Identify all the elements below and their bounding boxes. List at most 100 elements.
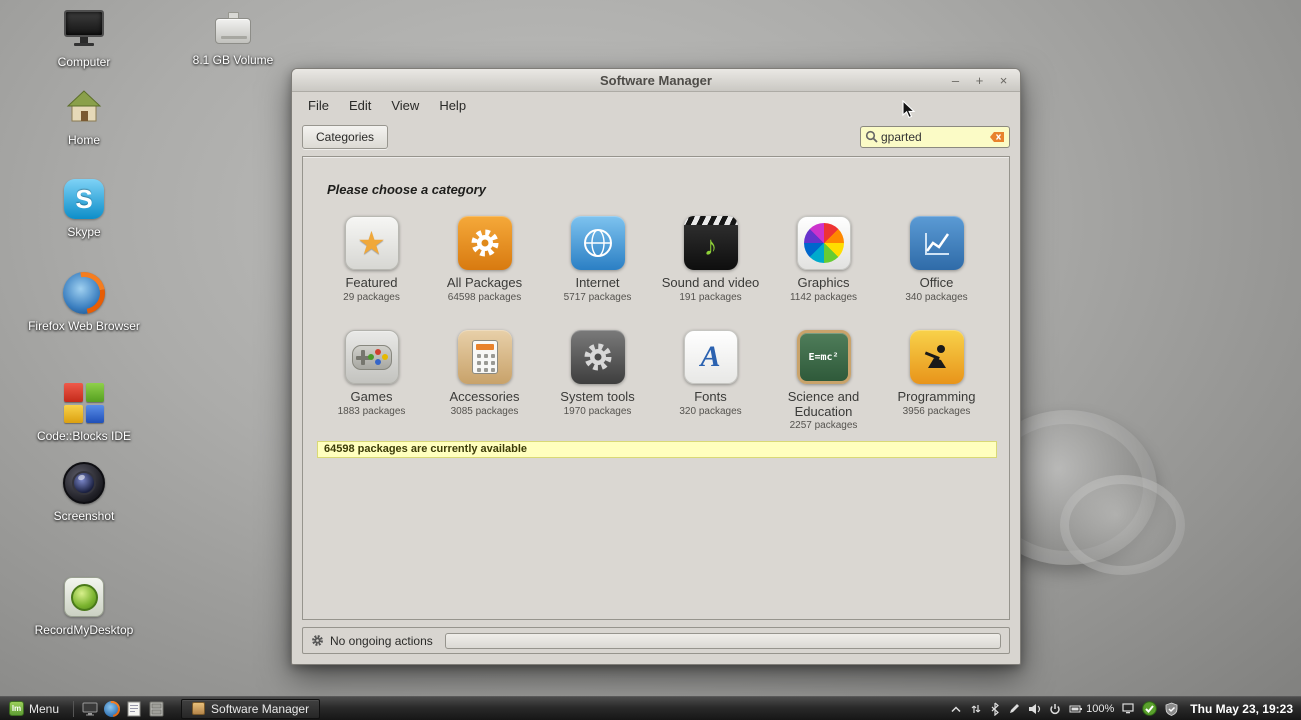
record-icon [64, 577, 104, 617]
category-internet[interactable]: Internet 5717 packages [541, 212, 654, 320]
desktop-icon-firefox[interactable]: Firefox Web Browser [24, 270, 144, 333]
separator [73, 700, 75, 717]
category-sound-and-video[interactable]: ♪ Sound and video 191 packages [654, 212, 767, 320]
category-label: Accessories [449, 389, 520, 404]
category-label: Graphics [797, 275, 850, 290]
file-cabinet-icon [149, 701, 164, 716]
file-manager-launcher[interactable] [145, 698, 167, 720]
titlebar[interactable]: Software Manager – + × [292, 69, 1020, 92]
desktop-icon-label: 8.1 GB Volume [192, 53, 274, 67]
category-accessories[interactable]: Accessories 3085 packages [428, 326, 541, 434]
category-label: Programming [897, 389, 976, 404]
category-office[interactable]: Office 340 packages [880, 212, 993, 320]
maximize-button[interactable]: + [971, 72, 988, 89]
category-programming[interactable]: Programming 3956 packages [880, 326, 993, 434]
gamepad-icon [344, 330, 399, 384]
category-all-packages[interactable]: All Packages 64598 packages [428, 212, 541, 320]
category-label: System tools [560, 389, 635, 404]
page-title: Please choose a category [327, 182, 486, 197]
category-label: Games [350, 389, 393, 404]
category-featured[interactable]: ★ Featured 29 packages [315, 212, 428, 320]
menu-help[interactable]: Help [429, 95, 476, 116]
show-desktop-button[interactable] [79, 698, 101, 720]
desktop-icon-label: Skype [67, 225, 101, 239]
updates-ok-icon[interactable] [1142, 701, 1158, 716]
window-title: Software Manager [600, 72, 712, 88]
camera-lens-icon [63, 462, 105, 504]
display-icon[interactable] [1122, 703, 1134, 714]
pen-input-icon[interactable] [1008, 703, 1020, 715]
text-editor-launcher[interactable] [123, 698, 145, 720]
firefox-launcher[interactable] [101, 698, 123, 720]
menu-file[interactable]: File [298, 95, 339, 116]
category-grid: ★ Featured 29 packages All Packages 6459… [315, 212, 997, 434]
categories-button[interactable]: Categories [302, 124, 389, 149]
network-icon[interactable] [970, 703, 982, 715]
codeblocks-icon [64, 383, 104, 423]
task-button-label: Software Manager [211, 701, 310, 716]
power-icon[interactable] [1049, 703, 1061, 715]
status-text: No ongoing actions [330, 633, 433, 648]
category-label: All Packages [446, 275, 523, 290]
statusbar: No ongoing actions [302, 627, 1010, 654]
desktop-icon-label: Computer [57, 55, 111, 69]
category-science-and-education[interactable]: E=mc² Science and Education 2257 package… [767, 326, 880, 434]
battery-indicator[interactable]: 100% [1069, 703, 1114, 715]
category-label: Featured [345, 275, 398, 290]
desktop-icon-home[interactable]: Home [24, 84, 144, 147]
category-label: Science and Education [787, 389, 860, 419]
gear-icon [312, 635, 323, 646]
desktop-icon-codeblocks[interactable]: Code::Blocks IDE [24, 380, 144, 443]
computer-icon [62, 10, 106, 48]
category-count: 5717 packages [563, 291, 632, 303]
menu-label: Menu [29, 701, 60, 716]
system-gear-icon [570, 330, 625, 384]
category-count: 64598 packages [447, 291, 522, 303]
category-label: Office [919, 275, 954, 290]
category-count: 3085 packages [450, 405, 519, 417]
desktop-icon-computer[interactable]: Computer [24, 6, 144, 69]
notification-caret-icon[interactable] [950, 704, 962, 714]
close-button[interactable]: × [995, 72, 1012, 89]
bluetooth-icon[interactable] [990, 702, 1000, 716]
search-box[interactable] [860, 125, 1010, 148]
volume-icon[interactable] [1028, 703, 1041, 715]
category-count: 1970 packages [563, 405, 632, 417]
desktop-icon-volume[interactable]: 8.1 GB Volume [173, 4, 293, 67]
search-icon [865, 130, 878, 143]
category-label: Fonts [694, 389, 727, 404]
firefox-icon [104, 700, 121, 717]
minimize-button[interactable]: – [947, 72, 964, 89]
packages-gear-icon [457, 216, 512, 270]
security-shield-icon[interactable] [1165, 702, 1178, 716]
info-banner: 64598 packages are currently available [317, 441, 997, 458]
category-games[interactable]: Games 1883 packages [315, 326, 428, 434]
desktop-icon-recordmydesktop[interactable]: RecordMyDesktop [24, 574, 144, 637]
taskbar-window-button[interactable]: Software Manager [181, 698, 321, 719]
category-label: Sound and video [661, 275, 760, 290]
clear-search-icon[interactable] [989, 131, 1005, 143]
menu-edit[interactable]: Edit [339, 95, 381, 116]
show-desktop-icon [82, 702, 98, 715]
document-icon [127, 701, 141, 716]
drive-icon [215, 12, 251, 44]
worker-icon [909, 330, 964, 384]
desktop-icon-skype[interactable]: S Skype [24, 176, 144, 239]
chalkboard-icon: E=mc² [796, 330, 851, 384]
menu-button[interactable]: lm Menu [0, 697, 68, 720]
category-fonts[interactable]: A Fonts 320 packages [654, 326, 767, 434]
desktop-icon-screenshot[interactable]: Screenshot [24, 460, 144, 523]
firefox-icon [63, 272, 105, 314]
category-label: Internet [575, 275, 620, 290]
category-graphics[interactable]: Graphics 1142 packages [767, 212, 880, 320]
search-input[interactable] [881, 129, 986, 144]
system-tray: 100% Thu May 23, 19:23 [950, 701, 1301, 716]
desktop-icon-label: RecordMyDesktop [34, 623, 134, 637]
desktop-icon-label: Code::Blocks IDE [36, 429, 132, 443]
category-system-tools[interactable]: System tools 1970 packages [541, 326, 654, 434]
letter-a-icon: A [683, 330, 738, 384]
menubar: File Edit View Help [292, 92, 1020, 118]
software-manager-window: Software Manager – + × File Edit View He… [291, 68, 1021, 665]
menu-view[interactable]: View [381, 95, 429, 116]
clock[interactable]: Thu May 23, 19:23 [1190, 702, 1293, 716]
